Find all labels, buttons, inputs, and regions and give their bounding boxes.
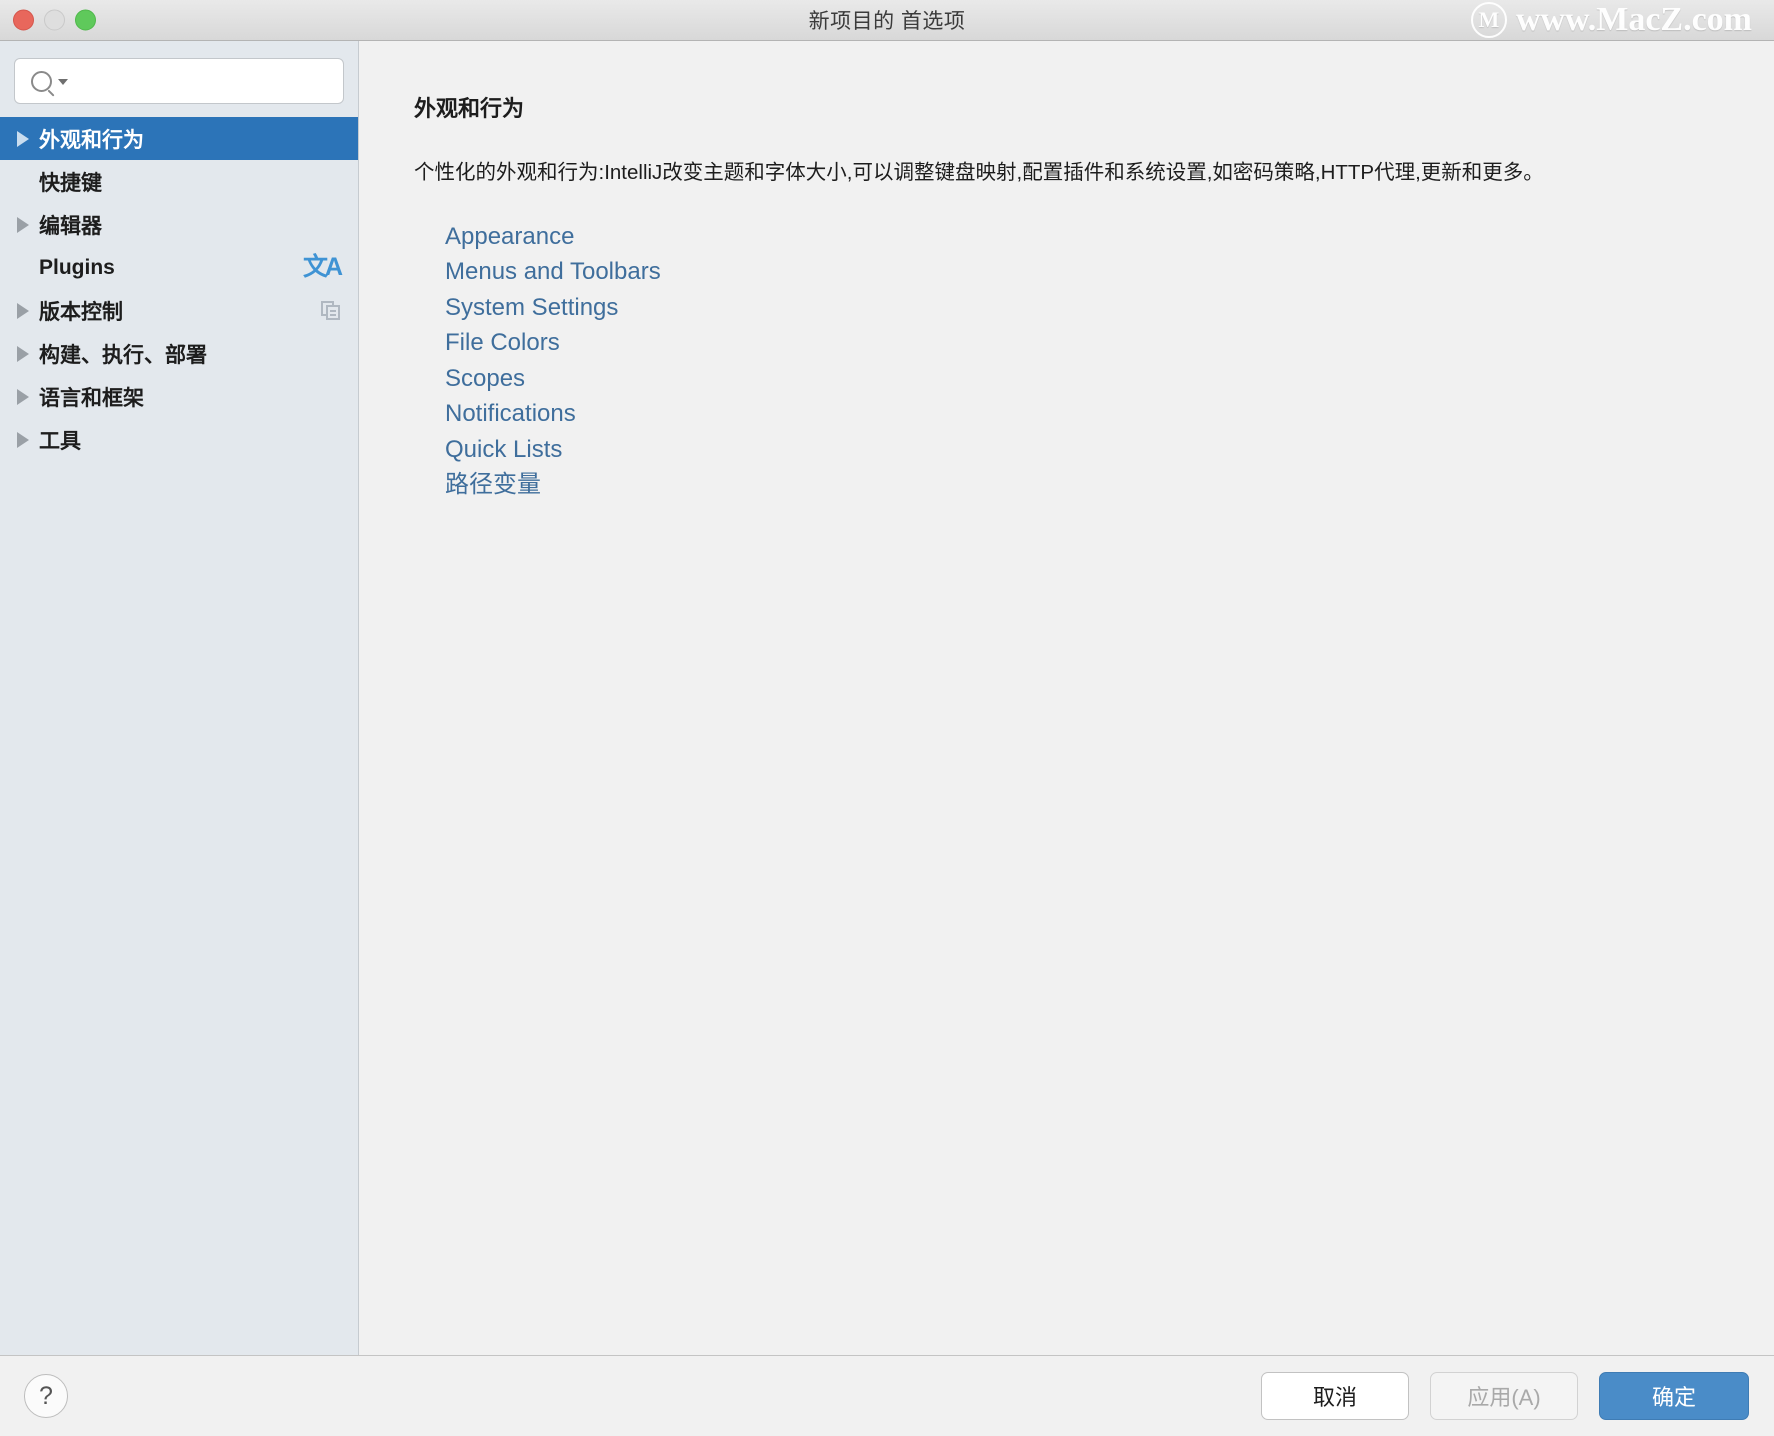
settings-sidebar: 外观和行为 快捷键 编辑器 Plugins 文A 版本控制 构建、执行、部署 语…: [0, 41, 359, 1355]
link-path-variables[interactable]: 路径变量: [445, 467, 541, 503]
disclosure-triangle-icon[interactable]: [17, 302, 39, 319]
sidebar-item-languages-and-frameworks[interactable]: 语言和框架: [0, 375, 358, 418]
sidebar-item-label: 版本控制: [39, 300, 123, 324]
maximize-window-button[interactable]: [75, 9, 96, 31]
help-button[interactable]: ?: [24, 1374, 68, 1418]
translate-icon[interactable]: 文A: [303, 255, 343, 280]
sidebar-item-label: 快捷键: [39, 171, 102, 195]
chevron-down-icon: [58, 79, 68, 85]
settings-tree: 外观和行为 快捷键 编辑器 Plugins 文A 版本控制 构建、执行、部署 语…: [0, 117, 358, 461]
search-input[interactable]: [78, 70, 333, 92]
settings-content-panel: 外观和行为 个性化的外观和行为:IntelliJ改变主题和字体大小,可以调整键盘…: [359, 41, 1774, 1355]
sidebar-item-label: 工具: [39, 429, 81, 453]
sidebar-item-label: 外观和行为: [39, 128, 144, 152]
watermark: M www.MacZ.com: [1470, 1, 1752, 39]
preferences-window: 新项目的 首选项 M www.MacZ.com 外观和行为 快捷键 编辑器 Pl…: [0, 0, 1774, 1436]
sidebar-item-label: 语言和框架: [39, 386, 144, 410]
macz-logo-icon: M: [1470, 2, 1507, 38]
link-appearance[interactable]: Appearance: [445, 219, 574, 255]
search-container: [0, 41, 358, 117]
link-system-settings[interactable]: System Settings: [445, 290, 618, 326]
title-bar: 新项目的 首选项 M www.MacZ.com: [0, 0, 1774, 41]
sidebar-item-label: Plugins: [39, 255, 115, 279]
sidebar-item-appearance-and-behavior[interactable]: 外观和行为: [0, 117, 358, 160]
window-body: 外观和行为 快捷键 编辑器 Plugins 文A 版本控制 构建、执行、部署 语…: [0, 41, 1774, 1356]
ok-button[interactable]: 确定: [1599, 1372, 1749, 1420]
minimize-window-button[interactable]: [44, 9, 65, 31]
sidebar-item-version-control[interactable]: 版本控制: [0, 289, 358, 332]
close-window-button[interactable]: [13, 9, 34, 31]
dialog-footer: ? 取消 应用(A) 确定: [0, 1356, 1774, 1436]
sidebar-item-keymap[interactable]: 快捷键: [0, 160, 358, 203]
link-menus-and-toolbars[interactable]: Menus and Toolbars: [445, 254, 661, 290]
link-notifications[interactable]: Notifications: [445, 396, 576, 432]
link-quick-lists[interactable]: Quick Lists: [445, 432, 562, 468]
page-description: 个性化的外观和行为:IntelliJ改变主题和字体大小,可以调整键盘映射,配置插…: [414, 161, 1544, 184]
disclosure-triangle-icon[interactable]: [17, 216, 39, 233]
disclosure-triangle-icon[interactable]: [17, 388, 39, 405]
disclosure-triangle-icon[interactable]: [17, 431, 39, 448]
watermark-text: www.MacZ.com: [1515, 1, 1752, 38]
sidebar-item-tools[interactable]: 工具: [0, 418, 358, 461]
page-title: 外观和行为: [414, 96, 525, 121]
search-field[interactable]: [14, 58, 344, 104]
subsection-link-list: Appearance Menus and Toolbars System Set…: [414, 219, 1734, 503]
sidebar-item-build-execution-deployment[interactable]: 构建、执行、部署: [0, 332, 358, 375]
copy-icon: [321, 301, 340, 320]
link-file-colors[interactable]: File Colors: [445, 325, 560, 361]
search-icon: [31, 70, 68, 92]
apply-button[interactable]: 应用(A): [1430, 1372, 1578, 1420]
sidebar-item-label: 构建、执行、部署: [39, 343, 207, 367]
sidebar-item-plugins[interactable]: Plugins 文A: [0, 246, 358, 289]
window-title: 新项目的 首选项: [808, 10, 966, 33]
disclosure-triangle-icon[interactable]: [17, 345, 39, 362]
window-traffic-lights: [13, 9, 96, 31]
link-scopes[interactable]: Scopes: [445, 361, 525, 397]
sidebar-item-editor[interactable]: 编辑器: [0, 203, 358, 246]
disclosure-triangle-icon[interactable]: [17, 130, 39, 147]
sidebar-item-label: 编辑器: [39, 214, 102, 238]
cancel-button[interactable]: 取消: [1261, 1372, 1409, 1420]
